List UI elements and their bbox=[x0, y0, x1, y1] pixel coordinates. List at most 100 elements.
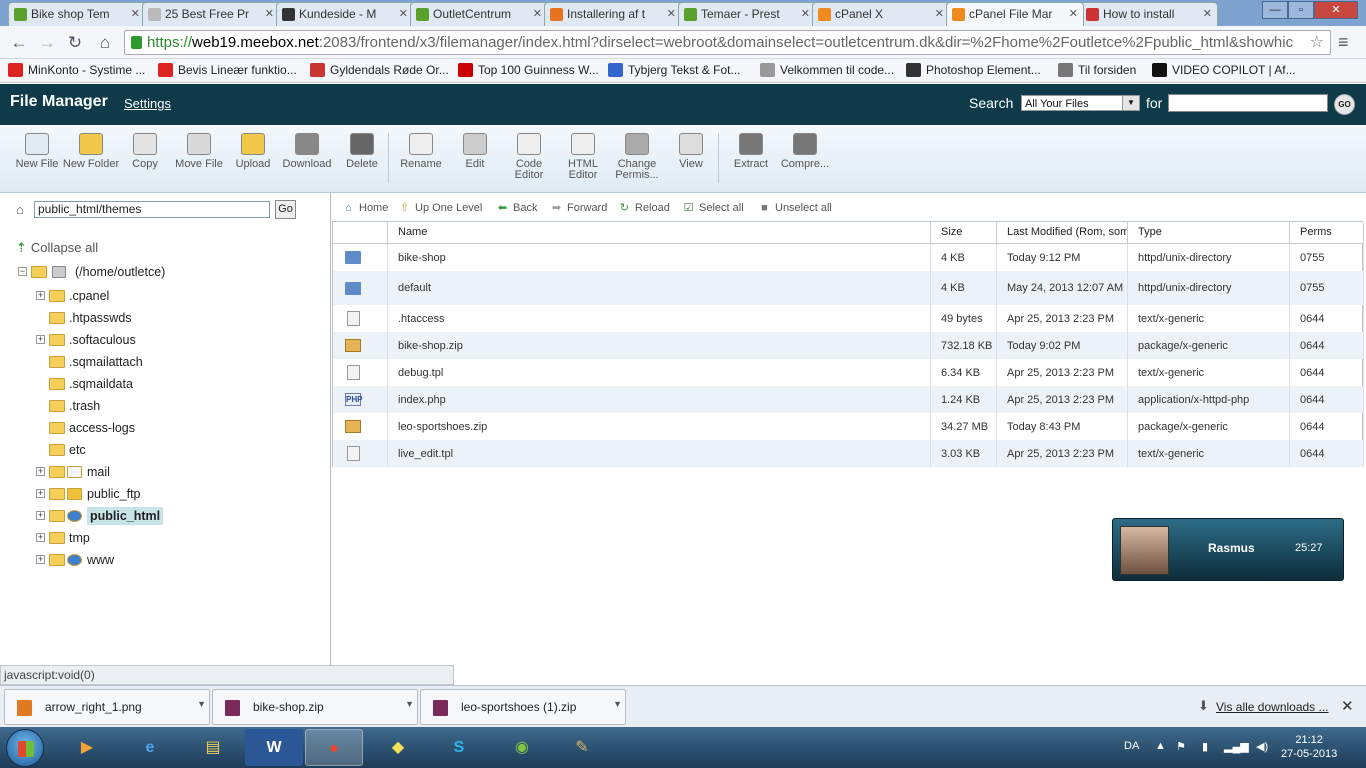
browser-menu-icon[interactable]: ≡ bbox=[1338, 32, 1358, 53]
taskbar-clock[interactable]: 21:12 27-05-2013 bbox=[1281, 733, 1337, 761]
view-button[interactable]: View bbox=[662, 133, 720, 170]
download-item[interactable]: arrow_right_1.png ▼ bbox=[4, 689, 210, 725]
tab-close-icon[interactable]: ✕ bbox=[533, 7, 542, 20]
tab-close-icon[interactable]: ✕ bbox=[801, 7, 810, 20]
close-icon[interactable]: ✕ bbox=[1341, 697, 1354, 715]
browser-tab[interactable]: OutletCentrum ✕ bbox=[410, 2, 548, 26]
tab-close-icon[interactable]: ✕ bbox=[667, 7, 676, 20]
back-icon[interactable]: ← bbox=[8, 32, 30, 54]
compress-button[interactable]: Compre... bbox=[776, 133, 834, 170]
table-row[interactable]: debug.tpl 6.34 KB Apr 25, 2013 2:23 PM text… bbox=[333, 359, 1364, 386]
browser-tab[interactable]: cPanel File Mar ✕ bbox=[946, 2, 1084, 26]
expand-toggle-icon[interactable]: + bbox=[36, 555, 45, 564]
tab-close-icon[interactable]: ✕ bbox=[935, 7, 944, 20]
minimize-window-button[interactable]: — bbox=[1262, 1, 1288, 19]
html-editor-button[interactable]: HTML Editor bbox=[554, 133, 612, 181]
word-icon[interactable]: W bbox=[245, 729, 303, 766]
table-row[interactable]: leo-sportshoes.zip 34.27 MB Today 8:43 PM p… bbox=[333, 413, 1364, 440]
bookmark-item[interactable]: Top 100 Guinness W... bbox=[458, 63, 599, 77]
address-bar[interactable]: https://web19.meebox.net:2083/frontend/x… bbox=[124, 30, 1331, 55]
bookmark-star-icon[interactable]: ☆ bbox=[1310, 31, 1324, 54]
download-item[interactable]: bike-shop.zip ▼ bbox=[212, 689, 418, 725]
start-button[interactable] bbox=[6, 729, 44, 767]
bookmark-item[interactable]: MinKonto - Systime ... bbox=[8, 63, 145, 77]
checkbox-empty-action[interactable]: ■ Unselect all bbox=[757, 202, 832, 214]
tray-expand-icon[interactable]: ▲ bbox=[1155, 740, 1166, 752]
bookmark-item[interactable]: Bevis Lineær funktio... bbox=[158, 63, 297, 77]
collapse-all-link[interactable]: ⇡ Collapse all bbox=[16, 240, 98, 256]
back-arrow-action[interactable]: ⬅ Back bbox=[495, 202, 538, 214]
copy-button[interactable]: Copy bbox=[116, 133, 174, 170]
expand-toggle-icon[interactable]: + bbox=[36, 489, 45, 498]
expand-toggle-icon[interactable]: + bbox=[36, 467, 45, 476]
table-row[interactable]: PHP index.php 1.24 KB Apr 25, 2013 2:23 PM a… bbox=[333, 386, 1364, 413]
browser-tab[interactable]: Kundeside - M ✕ bbox=[276, 2, 414, 26]
tab-close-icon[interactable]: ✕ bbox=[265, 7, 274, 20]
checkbox-checked-action[interactable]: ☑ Select all bbox=[681, 202, 744, 214]
column-header[interactable]: Type bbox=[1128, 222, 1290, 244]
table-row[interactable]: .htaccess 49 bytes Apr 25, 2013 2:23 PM tex… bbox=[333, 305, 1364, 332]
column-header[interactable]: Perms bbox=[1290, 222, 1364, 244]
table-row[interactable]: default 4 KB May 24, 2013 12:07 AM httpd/un… bbox=[333, 271, 1364, 305]
reload-action[interactable]: ↻ Reload bbox=[617, 202, 670, 214]
bookmark-item[interactable]: Velkommen til code... bbox=[760, 63, 894, 77]
tab-close-icon[interactable]: ✕ bbox=[399, 7, 408, 20]
browser-tab[interactable]: cPanel X ✕ bbox=[812, 2, 950, 26]
forward-icon[interactable]: → bbox=[36, 32, 58, 54]
move-file-button[interactable]: Move File bbox=[170, 133, 228, 170]
language-indicator[interactable]: DA bbox=[1124, 740, 1139, 752]
expand-toggle-icon[interactable]: + bbox=[36, 335, 45, 344]
battery-icon[interactable]: ▮ bbox=[1202, 740, 1208, 753]
column-header[interactable]: Name bbox=[388, 222, 931, 244]
home-page-icon[interactable]: ⌂ bbox=[94, 32, 116, 54]
skype-icon[interactable]: S bbox=[430, 729, 488, 766]
bookmark-item[interactable]: Gyldendals Røde Or... bbox=[310, 63, 449, 77]
expand-toggle-icon[interactable]: + bbox=[36, 291, 45, 300]
spotify-icon[interactable]: ◉ bbox=[493, 729, 551, 766]
show-all-downloads-link[interactable]: Vis alle downloads ... bbox=[1216, 700, 1329, 714]
table-row[interactable]: bike-shop 4 KB Today 9:12 PM httpd/unix-dir… bbox=[333, 244, 1364, 271]
internet-explorer-icon[interactable]: e bbox=[121, 729, 179, 766]
chevron-down-icon[interactable]: ▼ bbox=[405, 699, 414, 709]
paint-icon[interactable]: ✎ bbox=[553, 729, 611, 766]
new-folder-button[interactable]: New Folder bbox=[62, 133, 120, 170]
tab-close-icon[interactable]: ✕ bbox=[1203, 7, 1212, 20]
volume-icon[interactable]: ◀) bbox=[1256, 740, 1268, 753]
tab-close-icon[interactable]: ✕ bbox=[1069, 7, 1078, 20]
download-button[interactable]: Download bbox=[278, 133, 336, 170]
settings-link[interactable]: Settings bbox=[124, 96, 171, 111]
browser-tab[interactable]: Installering af t ✕ bbox=[544, 2, 682, 26]
edit-button[interactable]: Edit bbox=[446, 133, 504, 170]
network-signal-icon[interactable]: ▂▄▆ bbox=[1224, 740, 1249, 753]
home-action[interactable]: ⌂ Home bbox=[341, 202, 388, 214]
bookmark-item[interactable]: VIDEO COPILOT | Af... bbox=[1152, 63, 1296, 77]
extract-button[interactable]: Extract bbox=[722, 133, 780, 170]
browser-tab[interactable]: 25 Best Free Pr ✕ bbox=[142, 2, 280, 26]
column-header[interactable]: Last Modified (Rom, somr bbox=[997, 222, 1128, 244]
table-row[interactable]: live_edit.tpl 3.03 KB Apr 25, 2013 2:23 PM… bbox=[333, 440, 1364, 467]
search-go-button[interactable]: GO bbox=[1334, 94, 1355, 115]
media-player-icon[interactable]: ▶ bbox=[58, 729, 116, 766]
chevron-down-icon[interactable]: ▼ bbox=[613, 699, 622, 709]
delete-button[interactable]: Delete bbox=[333, 133, 391, 170]
icon-column-header[interactable] bbox=[333, 222, 388, 244]
search-scope-select[interactable]: All Your Files ▼ bbox=[1021, 95, 1140, 111]
chrome-icon[interactable]: ● bbox=[305, 729, 363, 766]
bookmark-item[interactable]: Photoshop Element... bbox=[906, 63, 1041, 77]
path-input[interactable]: public_html/themes bbox=[34, 201, 270, 218]
action-center-flag-icon[interactable]: ⚑ bbox=[1176, 740, 1186, 753]
reload-page-icon[interactable]: ↻ bbox=[64, 32, 86, 54]
browser-tab[interactable]: How to install ✕ bbox=[1080, 2, 1218, 26]
maximize-window-button[interactable]: ▫ bbox=[1288, 1, 1314, 19]
expand-toggle-icon[interactable]: + bbox=[36, 533, 45, 542]
browser-tab[interactable]: Bike shop Tem ✕ bbox=[8, 2, 146, 26]
collapse-toggle-icon[interactable]: − bbox=[18, 267, 27, 276]
code-editor-button[interactable]: Code Editor bbox=[500, 133, 558, 181]
chat-notification[interactable]: Rasmus 25:27 bbox=[1112, 518, 1344, 581]
path-go-button[interactable]: Go bbox=[275, 200, 296, 219]
download-item[interactable]: leo-sportshoes (1).zip ▼ bbox=[420, 689, 626, 725]
search-input[interactable] bbox=[1168, 94, 1328, 112]
permissions-button[interactable]: Change Permis... bbox=[608, 133, 666, 181]
close-window-button[interactable]: ✕ bbox=[1314, 1, 1358, 19]
sticky-notes-icon[interactable]: ◆ bbox=[369, 729, 427, 766]
